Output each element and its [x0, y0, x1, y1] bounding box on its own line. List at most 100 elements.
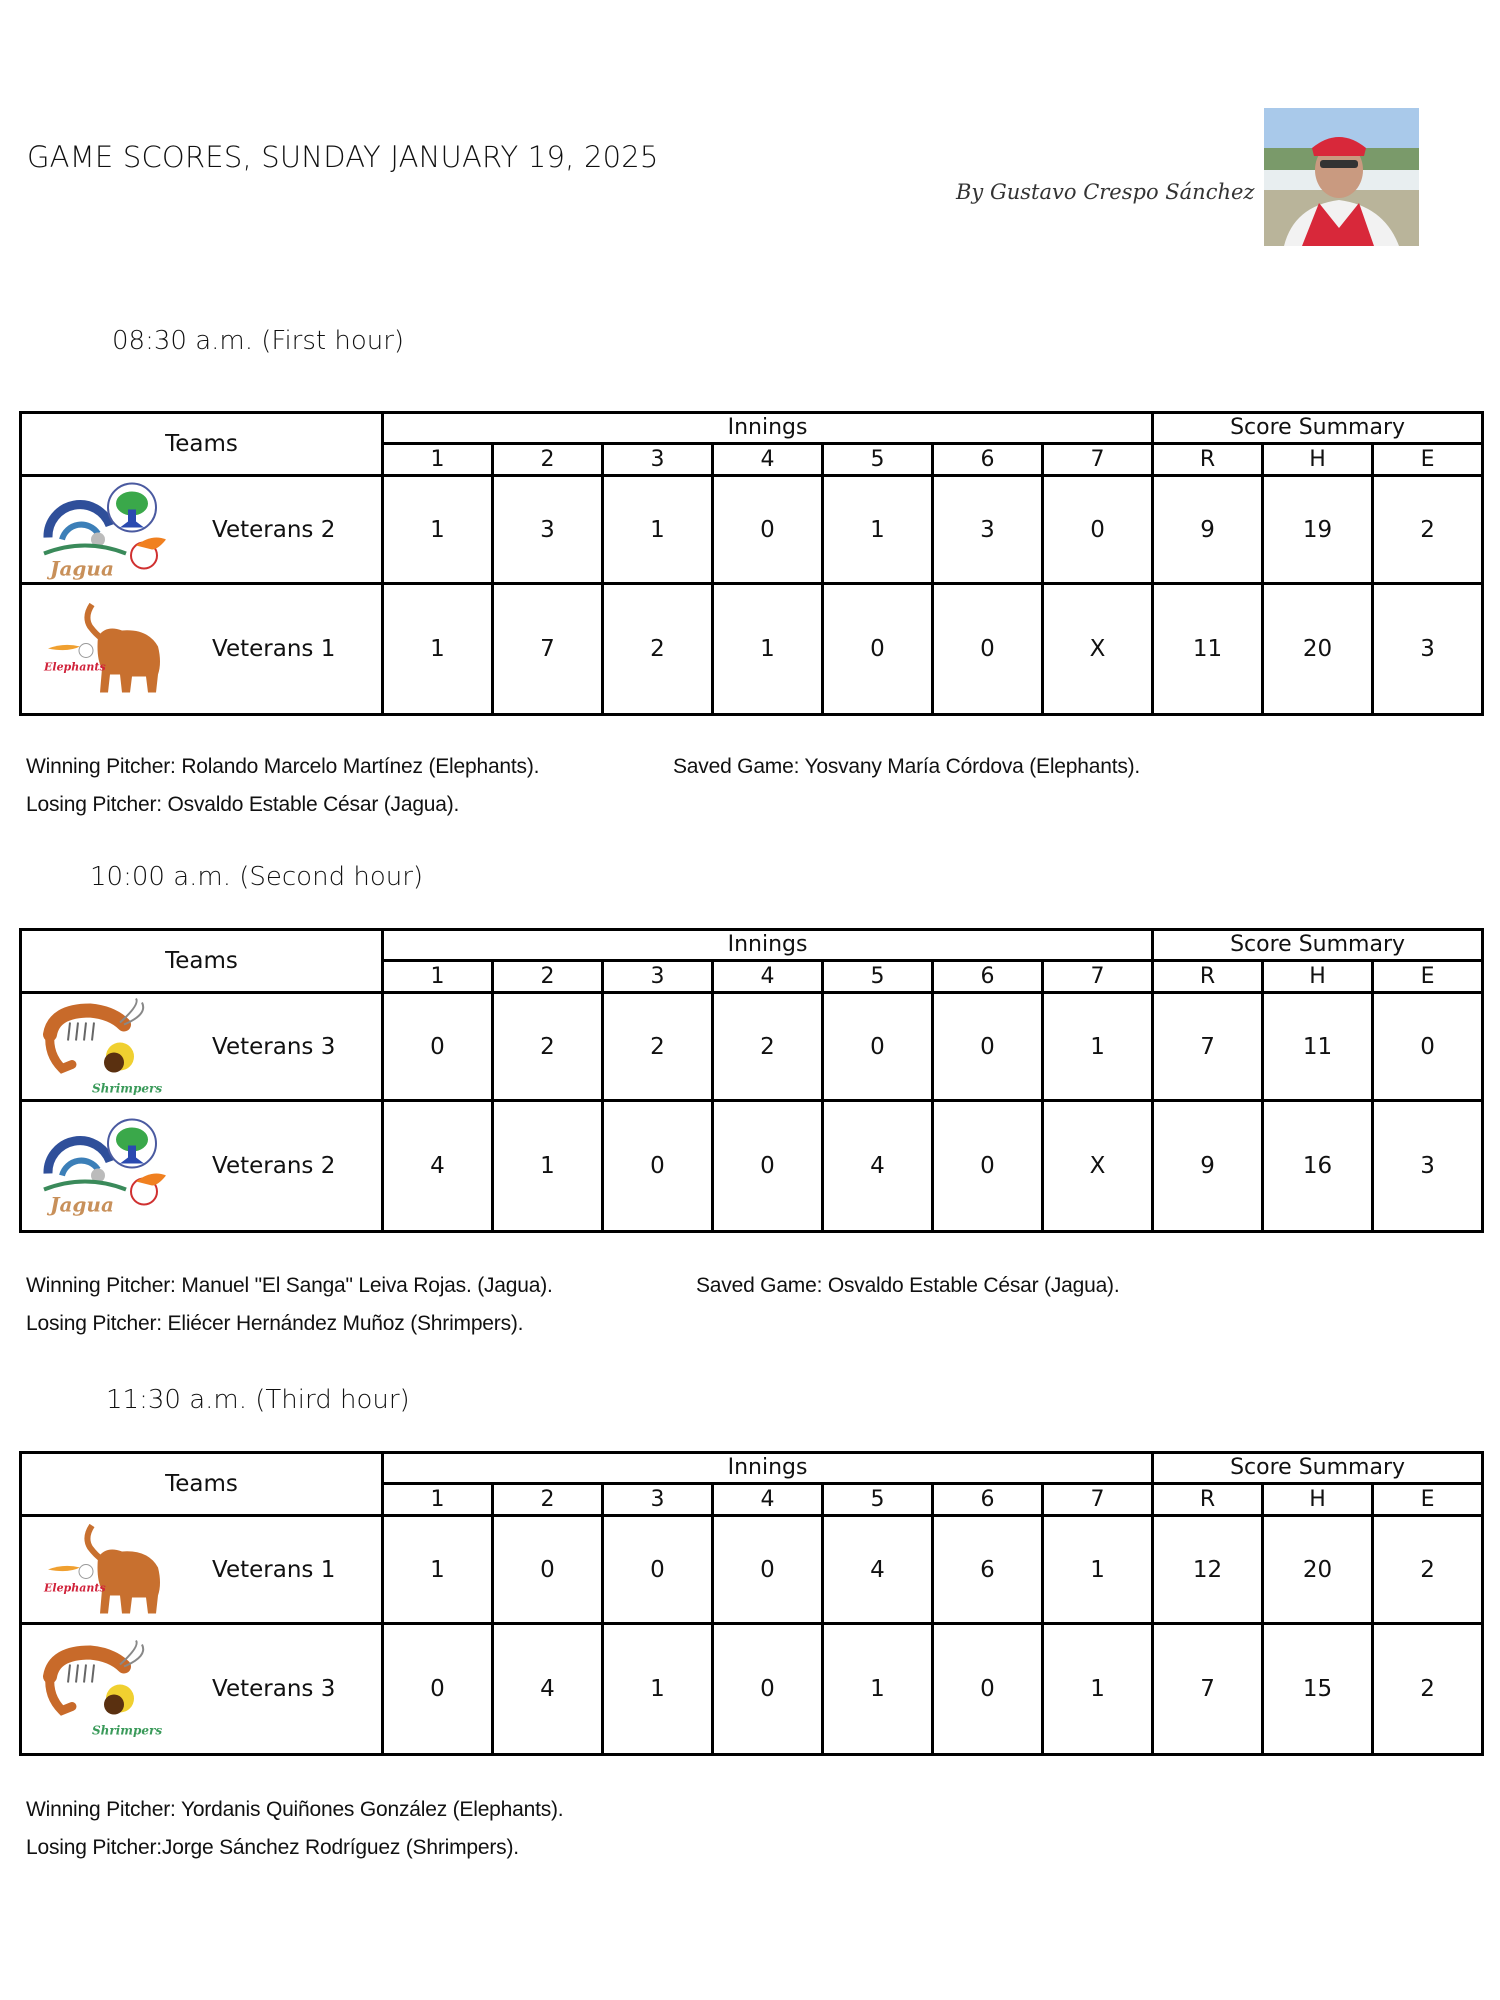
inning-score: 4 [491, 1622, 604, 1756]
team-name: Veterans 3 [212, 1033, 336, 1060]
inning-score: 1 [601, 474, 714, 585]
inning-score: 1 [1040, 991, 1155, 1102]
inning-score: 1 [821, 474, 934, 585]
inning-5-header: 5 [821, 442, 934, 477]
hits-value: 20 [1261, 582, 1375, 716]
table-row: Elephants Veterans 1 1 7 2 1 0 0 X 11 20… [19, 582, 1485, 716]
svg-text:Elephants: Elephants [43, 661, 106, 674]
inning-7-header: 7 [1040, 959, 1155, 994]
author-photo-icon [1264, 108, 1419, 246]
score-summary-header: Score Summary [1151, 411, 1485, 445]
inning-score: 1 [1040, 1622, 1155, 1756]
inning-score: 2 [491, 991, 604, 1102]
inning-score: 0 [601, 1099, 714, 1233]
runs-header: R [1151, 959, 1265, 994]
teams-header: Teams [19, 928, 384, 994]
inning-4-header: 4 [711, 1482, 824, 1517]
inning-score: 3 [931, 474, 1044, 585]
runs-value: 9 [1151, 1099, 1265, 1233]
runs-value: 11 [1151, 582, 1265, 716]
inning-2-header: 2 [491, 1482, 604, 1517]
inning-6-header: 6 [931, 959, 1044, 994]
errors-header: E [1371, 959, 1485, 994]
inning-score: 0 [931, 1099, 1044, 1233]
inning-3-header: 3 [601, 1482, 714, 1517]
hits-header: H [1261, 959, 1375, 994]
inning-5-header: 5 [821, 959, 934, 994]
hits-value: 20 [1261, 1514, 1375, 1625]
hits-header: H [1261, 1482, 1375, 1517]
inning-7-header: 7 [1040, 1482, 1155, 1517]
runs-value: 12 [1151, 1514, 1265, 1625]
team-name: Veterans 2 [212, 516, 336, 543]
inning-score: 0 [491, 1514, 604, 1625]
score-summary-header: Score Summary [1151, 1451, 1485, 1485]
inning-4-header: 4 [711, 959, 824, 994]
errors-value: 0 [1371, 991, 1485, 1102]
runs-value: 9 [1151, 474, 1265, 585]
innings-header: Innings [380, 411, 1155, 445]
team-name: Veterans 1 [212, 1556, 336, 1583]
errors-value: 2 [1371, 1622, 1485, 1756]
errors-value: 2 [1371, 474, 1485, 585]
team-cell: Elephants Veterans 1 [19, 582, 384, 716]
elephants-logo-icon: Elephants [40, 597, 170, 702]
svg-text:Shrimpers: Shrimpers [92, 1081, 162, 1095]
inning-score: 0 [381, 991, 494, 1102]
team-name: Veterans 1 [212, 636, 336, 662]
inning-1-header: 1 [381, 442, 494, 477]
runs-header: R [1151, 442, 1265, 477]
inning-score: 0 [381, 1622, 494, 1756]
inning-3-header: 3 [601, 442, 714, 477]
shrimpers-logo-icon: Shrimpers [40, 994, 170, 1099]
inning-score: 2 [601, 582, 714, 716]
inning-score: 0 [601, 1514, 714, 1625]
teams-header: Teams [19, 411, 384, 477]
team-name: Veterans 2 [212, 1153, 336, 1179]
inning-score: 0 [821, 582, 934, 716]
inning-score: 0 [711, 1622, 824, 1756]
inning-score: 0 [711, 474, 824, 585]
inning-score: 0 [931, 991, 1044, 1102]
game-1-scoreboard: Teams Innings Score Summary 1 2 3 4 5 6 … [19, 411, 1485, 716]
errors-value: 3 [1371, 1099, 1485, 1233]
table-row: Jagua Veterans 2 1 3 1 0 1 3 0 9 19 2 [19, 474, 1485, 585]
hits-value: 19 [1261, 474, 1375, 585]
losing-pitcher: Losing Pitcher:Jorge Sánchez Rodríguez (… [26, 1836, 519, 1859]
game-1-time: 08:30 a.m. (First hour) [112, 326, 405, 356]
winning-pitcher: Winning Pitcher: Yordanis Quiñones Gonzá… [26, 1798, 564, 1821]
inning-score: 4 [821, 1099, 934, 1233]
inning-score: 0 [931, 1622, 1044, 1756]
team-cell: Jagua Veterans 2 [19, 474, 384, 585]
inning-score: 4 [821, 1514, 934, 1625]
team-name: Veterans 3 [212, 1676, 336, 1702]
inning-score: 0 [711, 1514, 824, 1625]
hits-value: 16 [1261, 1099, 1375, 1233]
inning-score: 0 [821, 991, 934, 1102]
author-photo [1264, 108, 1419, 246]
table-row: Jagua Veterans 2 4 1 0 0 4 0 X 9 16 3 [19, 1099, 1485, 1233]
jagua-logo-icon: Jagua [40, 1114, 170, 1219]
winning-pitcher: Winning Pitcher: Rolando Marcelo Martíne… [26, 755, 540, 778]
losing-pitcher: Losing Pitcher: Eliécer Hernández Muñoz … [26, 1312, 524, 1335]
runs-value: 7 [1151, 991, 1265, 1102]
game-3-scoreboard: Teams Innings Score Summary 1 2 3 4 5 6 … [19, 1451, 1485, 1756]
inning-score: X [1040, 1099, 1155, 1233]
errors-value: 3 [1371, 582, 1485, 716]
innings-header: Innings [380, 928, 1155, 962]
game-3-time: 11:30 a.m. (Third hour) [106, 1385, 410, 1415]
inning-score: 3 [491, 474, 604, 585]
inning-2-header: 2 [491, 959, 604, 994]
inning-score: 1 [381, 474, 494, 585]
runs-header: R [1151, 1482, 1265, 1517]
inning-score: 0 [711, 1099, 824, 1233]
team-cell: Shrimpers Veterans 3 [19, 1622, 384, 1756]
inning-score: 1 [381, 1514, 494, 1625]
team-cell: Shrimpers Veterans 3 [19, 991, 384, 1102]
errors-header: E [1371, 1482, 1485, 1517]
runs-value: 7 [1151, 1622, 1265, 1756]
author-byline: By Gustavo Crespo Sánchez [956, 180, 1255, 204]
inning-score: 0 [931, 582, 1044, 716]
winning-pitcher: Winning Pitcher: Manuel "El Sanga" Leiva… [26, 1274, 553, 1297]
inning-score: 2 [601, 991, 714, 1102]
